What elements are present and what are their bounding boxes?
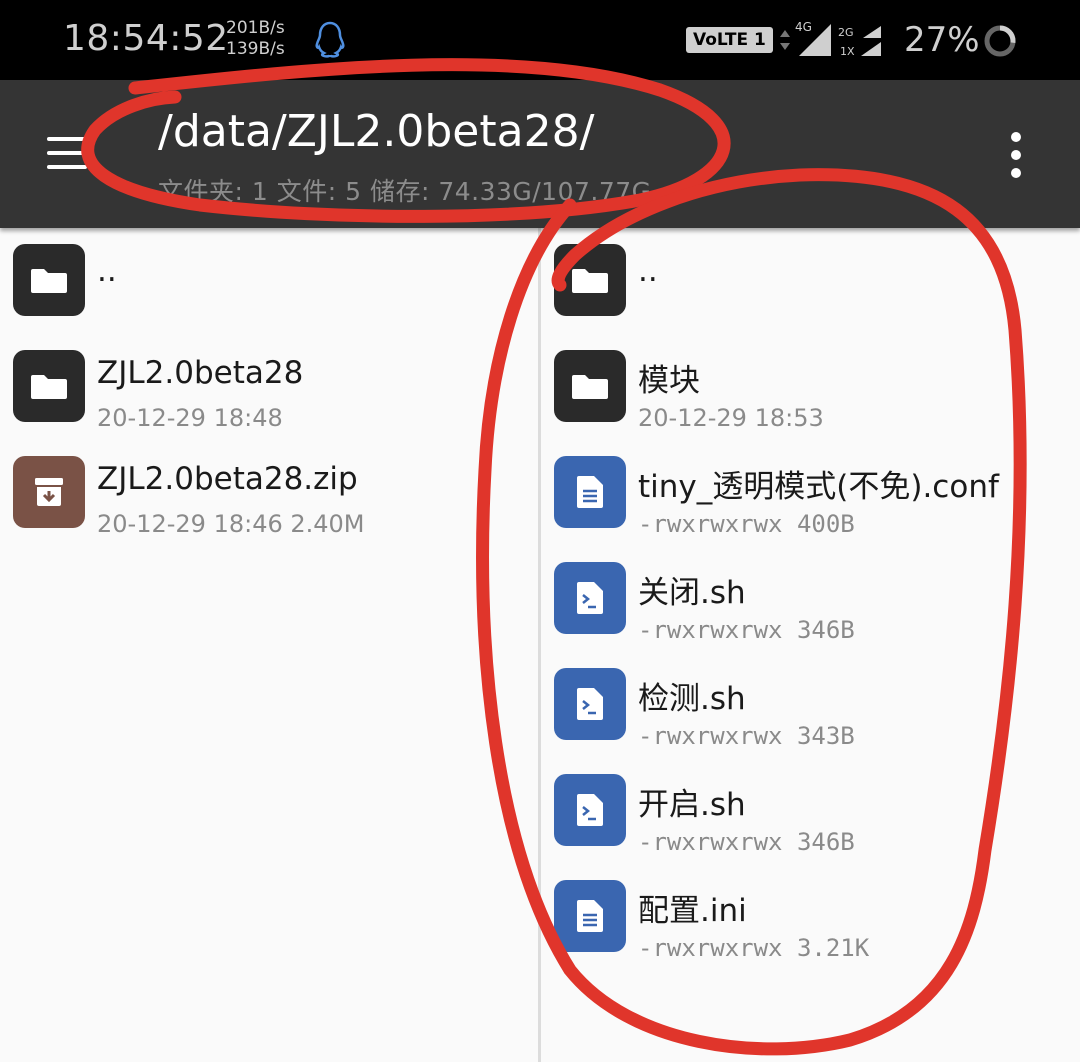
network-type-label-1x: 1X [840,45,855,58]
list-item[interactable]: 开启.sh -rwxrwxrwx 346B [541,758,1080,864]
right-pane: .. 模块 20-12-29 18:53 tiny_透明模式(不免).conf … [541,228,1080,1062]
folder-summary: 文件夹: 1 文件: 5 储存: 74.33G/107.77G [158,177,652,206]
status-time: 18:54:52 [63,18,229,59]
upload-speed: 201B/s [226,18,285,38]
download-speed: 139B/s [226,39,285,59]
file-name: 关闭.sh [638,575,746,611]
folder-icon [554,350,626,422]
archive-icon [13,456,85,528]
status-bar: 18:54:52 201B/s 139B/s VoLTE 1 4G 2G 1X … [0,0,1080,80]
list-item[interactable]: 关闭.sh -rwxrwxrwx 346B [541,546,1080,652]
file-name: ZJL2.0beta28.zip [97,461,358,497]
list-item[interactable]: 模块 20-12-29 18:53 [541,334,1080,440]
network-type-label-2g: 2G [838,26,854,39]
file-name: 检测.sh [638,681,746,717]
current-path: /data/ZJL2.0beta28/ [158,106,595,157]
battery-percent: 27% [904,20,980,60]
list-item[interactable]: ZJL2.0beta28.zip 20-12-29 18:46 2.40M [0,440,538,546]
document-icon [554,880,626,952]
file-name: .. [638,253,658,289]
list-item-parent[interactable]: .. [541,228,1080,334]
list-item-parent[interactable]: .. [0,228,538,334]
data-activity-icon [780,30,790,50]
file-name: tiny_透明模式(不免).conf [638,469,999,505]
file-permissions: -rwxrwxrwx 343B [638,722,855,750]
qq-penguin-icon [315,21,345,58]
menu-icon[interactable] [47,135,99,171]
overflow-menu-icon[interactable] [1004,130,1028,180]
file-permissions: -rwxrwxrwx 400B [638,510,855,538]
file-meta: 20-12-29 18:53 [638,404,824,432]
list-item[interactable]: 检测.sh -rwxrwxrwx 343B [541,652,1080,758]
file-name: 配置.ini [638,893,747,929]
network-type-label: 4G [795,20,812,34]
script-icon [554,774,626,846]
file-meta: 20-12-29 18:48 [97,404,283,432]
file-permissions: -rwxrwxrwx 346B [638,616,855,644]
folder-icon [13,244,85,316]
file-permissions: -rwxrwxrwx 3.21K [638,934,870,962]
script-icon [554,668,626,740]
list-item[interactable]: 配置.ini -rwxrwxrwx 3.21K [541,864,1080,970]
volte-badge: VoLTE 1 [686,27,773,53]
file-meta: 20-12-29 18:46 2.40M [97,510,365,538]
left-pane: .. ZJL2.0beta28 20-12-29 18:48 ZJL2.0bet… [0,228,538,1062]
file-name: .. [97,253,117,289]
script-icon [554,562,626,634]
file-name: 模块 [638,363,700,399]
network-speed: 201B/s 139B/s [226,18,285,60]
folder-icon [554,244,626,316]
file-name: 开启.sh [638,787,746,823]
file-name: ZJL2.0beta28 [97,355,304,391]
folder-icon [13,350,85,422]
battery-ring-icon [984,25,1016,57]
file-permissions: -rwxrwxrwx 346B [638,828,855,856]
document-icon [554,456,626,528]
app-toolbar: /data/ZJL2.0beta28/ 文件夹: 1 文件: 5 储存: 74.… [0,80,1080,228]
list-item[interactable]: tiny_透明模式(不免).conf -rwxrwxrwx 400B [541,440,1080,546]
list-item[interactable]: ZJL2.0beta28 20-12-29 18:48 [0,334,538,440]
